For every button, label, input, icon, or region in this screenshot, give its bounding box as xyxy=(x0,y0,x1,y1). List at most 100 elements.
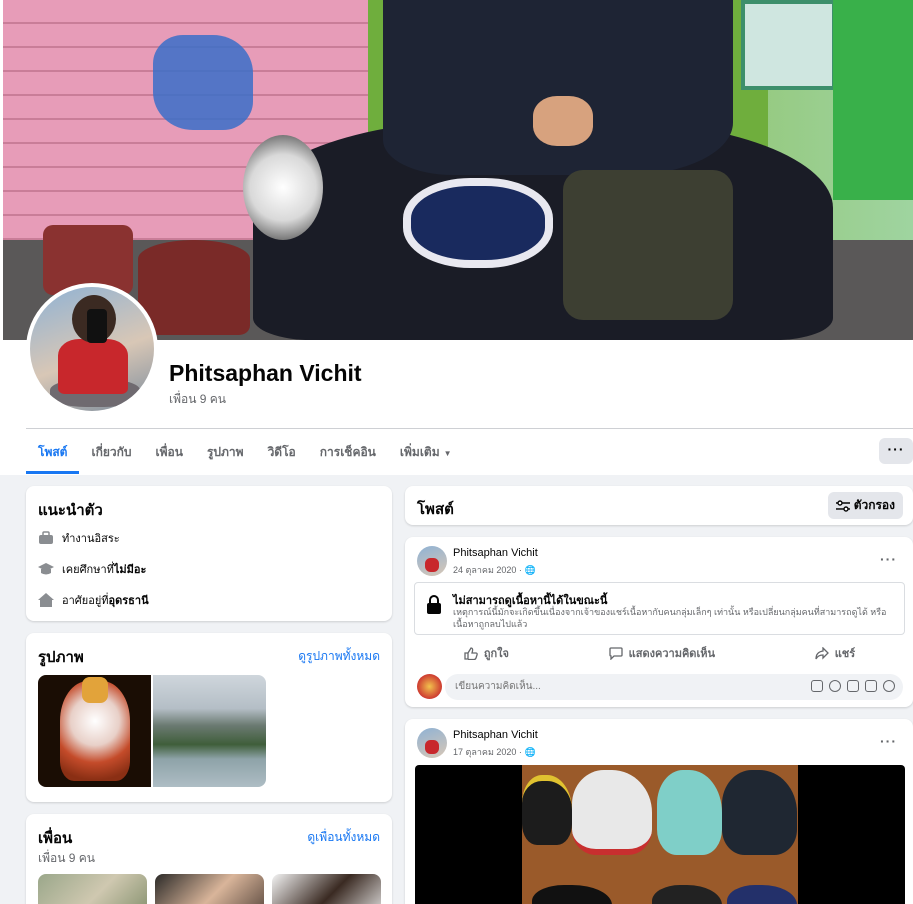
gif-icon[interactable] xyxy=(865,680,877,692)
avatar-shirt xyxy=(58,339,128,394)
thumbs-up-icon xyxy=(464,646,478,660)
filter-button[interactable]: ตัวกรอง xyxy=(827,492,903,519)
sticker-icon[interactable] xyxy=(811,680,823,692)
globe-icon: 🌐 xyxy=(524,564,537,575)
profile-more-button[interactable]: ··· xyxy=(879,438,913,464)
cover-photo[interactable] xyxy=(3,0,913,340)
content-unavailable-box: ไม่สามารถดูเนื้อหานี้ได้ในขณะนี้ เหตุการ… xyxy=(414,582,905,635)
tab-more-label: เพิ่มเติม xyxy=(399,445,440,459)
posts-header-card: โพสต์ ตัวกรอง xyxy=(405,486,913,525)
post-date-text: 24 ตุลาคม 2020 · xyxy=(453,565,522,575)
tab-checkins[interactable]: การเช็คอิน xyxy=(308,430,388,474)
cover-rider-pants xyxy=(563,170,733,320)
cover-fuel-tank xyxy=(403,178,553,268)
cover-headlamp xyxy=(243,135,323,240)
intro-item-work: ทำงานอิสระ xyxy=(38,529,120,547)
share-icon xyxy=(815,646,829,660)
post-author-name[interactable]: Phitsaphan Vichit xyxy=(453,547,538,559)
intro-item-location-value[interactable]: อุดรธานี xyxy=(109,591,149,609)
comment-label: แสดงความคิดเห็น xyxy=(628,648,715,660)
avatar xyxy=(30,287,154,411)
friend-thumbnail[interactable] xyxy=(272,874,381,904)
sneaker-image xyxy=(572,770,652,855)
ganesha-crown xyxy=(82,677,108,703)
graduation-cap-icon xyxy=(38,563,54,575)
tab-videos[interactable]: วิดีโอ xyxy=(256,430,308,474)
intro-item-location-prefix: อาศัยอยู่ที่ xyxy=(62,595,109,607)
cover-rider xyxy=(383,0,733,175)
post-date[interactable]: 24 ตุลาคม 2020 · 🌐 xyxy=(453,563,536,577)
sneaker-image xyxy=(652,885,722,904)
intro-item-education-value[interactable]: ไม่มีอะ xyxy=(114,560,147,578)
intro-item-education: เคยศึกษาที่ ไม่มีอะ xyxy=(38,560,146,578)
friends-card: เพื่อน ดูเพื่อนทั้งหมด เพื่อน 9 คน xyxy=(26,814,392,904)
home-icon xyxy=(38,593,54,607)
sneaker-image xyxy=(657,770,722,855)
friend-thumbnail[interactable] xyxy=(155,874,264,904)
tab-posts[interactable]: โพสต์ xyxy=(26,430,80,474)
see-all-friends-link[interactable]: ดูเพื่อนทั้งหมด xyxy=(307,828,380,847)
intro-item-education-prefix: เคยศึกษาที่ xyxy=(62,564,114,576)
post-options-button[interactable]: ··· xyxy=(880,733,897,749)
post-card: Phitsaphan Vichit 17 ตุลาคม 2020 · 🌐 ··· xyxy=(405,719,913,904)
friend-thumbnail[interactable] xyxy=(38,874,147,904)
cover-window xyxy=(741,0,836,90)
avatar-sticker-icon[interactable] xyxy=(883,680,895,692)
header-divider xyxy=(26,428,913,429)
share-label: แชร์ xyxy=(834,648,856,660)
filter-label: ตัวกรอง xyxy=(853,498,895,512)
profile-header: Phitsaphan Vichit เพื่อน 9 คน โพสต์ เกี่… xyxy=(0,0,913,475)
post-actions: ถูกใจ แสดงความคิดเห็น แชร์ xyxy=(414,641,905,665)
posts-title: โพสต์ xyxy=(417,501,454,518)
post-date[interactable]: 17 ตุลาคม 2020 · 🌐 xyxy=(453,745,536,759)
tab-friends[interactable]: เพื่อน xyxy=(144,430,195,474)
cover-rider-hand xyxy=(533,96,593,146)
post-card: Phitsaphan Vichit 24 ตุลาคม 2020 · 🌐 ··· … xyxy=(405,537,913,707)
photo-thumbnail[interactable] xyxy=(153,675,266,787)
tab-more[interactable]: เพิ่มเติม ▼ xyxy=(388,430,464,474)
briefcase-icon xyxy=(39,531,53,544)
comment-button[interactable]: แสดงความคิดเห็น xyxy=(609,644,715,662)
intro-title: แนะนำตัว xyxy=(38,502,103,519)
filter-icon xyxy=(835,499,850,512)
like-label: ถูกใจ xyxy=(483,648,509,660)
photo-thumbnail[interactable] xyxy=(38,675,151,787)
tab-photos[interactable]: รูปภาพ xyxy=(195,430,256,474)
lock-icon xyxy=(427,595,441,614)
like-button[interactable]: ถูกใจ xyxy=(464,644,509,662)
comment-icon xyxy=(609,646,623,660)
share-button[interactable]: แชร์ xyxy=(815,644,855,662)
sneaker-image xyxy=(727,885,797,904)
friends-title[interactable]: เพื่อน xyxy=(38,826,72,850)
intro-item-location: อาศัยอยู่ที่ อุดรธานี xyxy=(38,591,149,609)
sneaker-image xyxy=(522,775,572,845)
profile-tabs: โพสต์ เกี่ยวกับ เพื่อน รูปภาพ วิดีโอ การ… xyxy=(26,430,464,474)
profile-picture[interactable] xyxy=(26,283,158,415)
emoji-icon[interactable] xyxy=(829,680,841,692)
intro-card: แนะนำตัว ทำงานอิสระ เคยศึกษาที่ ไม่มีอะ … xyxy=(26,486,392,621)
sneaker-image xyxy=(532,885,612,904)
comment-tools xyxy=(811,680,895,692)
photos-title[interactable]: รูปภาพ xyxy=(38,645,84,669)
camera-icon[interactable] xyxy=(847,680,859,692)
post-author-name[interactable]: Phitsaphan Vichit xyxy=(453,729,538,741)
intro-item-work-text: ทำงานอิสระ xyxy=(62,533,120,545)
post-author-avatar[interactable] xyxy=(417,546,447,576)
see-all-photos-link[interactable]: ดูรูปภาพทั้งหมด xyxy=(298,647,380,666)
post-image[interactable] xyxy=(415,765,905,904)
avatar-phone xyxy=(87,309,107,343)
tab-about[interactable]: เกี่ยวกับ xyxy=(79,430,143,474)
post-date-text: 17 ตุลาคม 2020 · xyxy=(453,747,522,757)
photos-card: รูปภาพ ดูรูปภาพทั้งหมด xyxy=(26,633,392,802)
commenter-avatar[interactable] xyxy=(417,674,442,699)
profile-name: Phitsaphan Vichit xyxy=(169,360,362,386)
post-options-button[interactable]: ··· xyxy=(880,551,897,567)
shoe-shelf xyxy=(522,765,798,904)
sneaker-image xyxy=(722,770,797,855)
post-author-avatar[interactable] xyxy=(417,728,447,758)
caret-down-icon: ▼ xyxy=(443,449,452,458)
globe-icon: 🌐 xyxy=(524,746,537,757)
cover-green-panel xyxy=(833,0,913,200)
comment-composer xyxy=(417,674,905,700)
profile-friends-count[interactable]: เพื่อน 9 คน xyxy=(169,390,226,409)
